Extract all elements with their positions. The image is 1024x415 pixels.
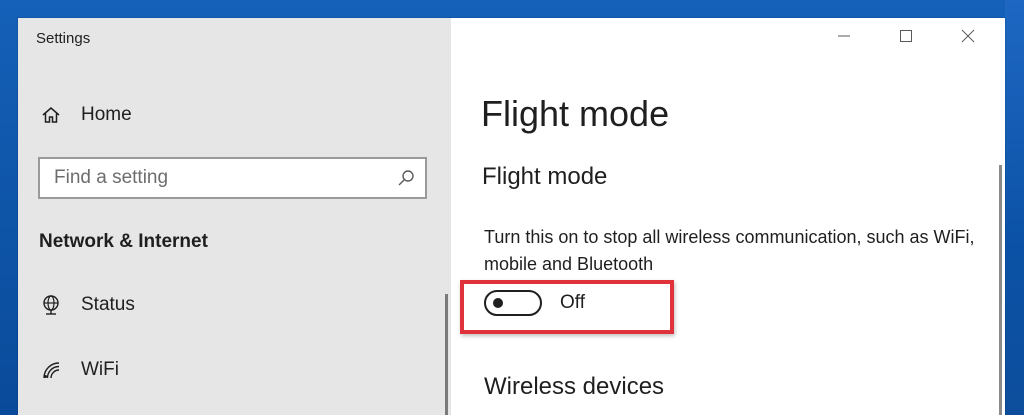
globe-icon <box>40 294 62 316</box>
search-input[interactable] <box>40 159 394 197</box>
flight-mode-heading: Flight mode <box>482 163 608 190</box>
sidebar-item-label: Status <box>81 294 135 315</box>
settings-window: Settings Home Network & Internet <box>18 18 1005 415</box>
desktop-wallpaper <box>1005 0 1024 415</box>
flight-mode-description: Turn this on to stop all wireless commun… <box>484 227 975 274</box>
close-icon <box>961 29 975 48</box>
sidebar-item-home[interactable]: Home <box>18 93 451 137</box>
maximize-button[interactable] <box>883 18 929 58</box>
sidebar-item-status[interactable]: Status <box>18 283 451 327</box>
sidebar-item-label: Home <box>81 104 132 125</box>
maximize-icon <box>899 29 913 48</box>
wifi-icon <box>40 359 62 381</box>
minimize-icon <box>837 29 851 48</box>
sidebar-item-label: WiFi <box>81 359 119 380</box>
content-scrollbar[interactable] <box>999 165 1002 415</box>
page-title: Flight mode <box>481 93 670 134</box>
section-heading: Network & Internet <box>39 231 208 252</box>
toggle-knob <box>493 298 503 308</box>
sidebar-item-wifi[interactable]: WiFi <box>18 348 451 392</box>
window-title: Settings <box>36 30 91 47</box>
search-icon[interactable] <box>397 169 415 187</box>
home-icon <box>40 104 62 126</box>
toggle-state-label: Off <box>560 292 585 313</box>
flight-mode-toggle[interactable] <box>484 290 542 316</box>
search-field[interactable] <box>38 157 427 199</box>
minimize-button[interactable] <box>821 18 867 58</box>
sidebar-scrollbar[interactable] <box>445 294 448 415</box>
content-pane: Flight mode Flight mode Turn this on to … <box>451 18 1005 415</box>
wireless-devices-heading: Wireless devices <box>484 373 665 400</box>
sidebar: Settings Home Network & Internet <box>18 18 451 415</box>
close-button[interactable] <box>945 18 991 58</box>
